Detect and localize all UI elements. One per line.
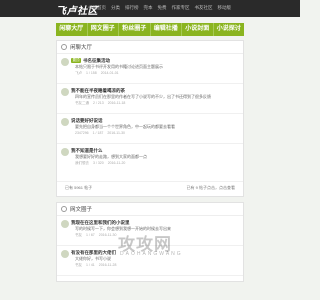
list-item[interactable]: 置顶 书名征集活动 本帖只限于书评开发用的书籍讨论进页面主题展示 飞卢 1 / …: [57, 54, 243, 84]
view-more-link[interactable]: 已有 9 帖子点击，点击查看: [187, 185, 235, 191]
tab-cover[interactable]: 小说封面: [182, 23, 214, 36]
avatar: [61, 148, 69, 156]
post-count: 1 / 41: [86, 263, 95, 267]
post-title[interactable]: 书名征集活动: [83, 58, 110, 64]
list-item[interactable]: 我不能在半夜睡着喝凉的茶 四年的宣传员们在那里的作者在写了小说写的不少，出了书还…: [57, 84, 243, 114]
forum-tabs: 闲聊大厅 网文圈子 粉丝圈子 编辑社播 小说封面 小说探讨: [56, 23, 244, 36]
post-author[interactable]: 书友二通: [75, 101, 89, 106]
nav-link-community[interactable]: 书友社区: [195, 5, 213, 11]
nav-link-finished[interactable]: 完本: [144, 5, 153, 11]
lobby-panel: 闲聊大厅 置顶 书名征集活动 本帖只限于书评开发用的书籍讨论进页面主题展示 飞卢…: [56, 40, 244, 197]
list-item[interactable]: 说话要好好说话 要先把自身都当一个个世界角色，中一起玩的都要去看看 234729…: [57, 114, 243, 144]
post-title[interactable]: 我不能在半夜睡着喝凉的茶: [71, 88, 125, 94]
fiction-title[interactable]: 网文圈子: [70, 205, 92, 213]
watermark-subtext: DAOHANGWANG: [120, 251, 183, 257]
pinned-badge: 置顶: [71, 58, 81, 63]
nav-link-home[interactable]: 书城首页: [88, 5, 106, 11]
post-author[interactable]: 书友: [75, 263, 82, 268]
post-author[interactable]: 书友: [75, 233, 82, 238]
tab-fans[interactable]: 粉丝圈子: [119, 23, 151, 36]
tab-editor[interactable]: 编辑社播: [151, 23, 182, 36]
post-count: 1 / 158: [86, 71, 97, 75]
tab-fiction[interactable]: 网文圈子: [88, 23, 119, 36]
post-author[interactable]: 2347296: [75, 131, 89, 135]
lobby-title[interactable]: 闲聊大厅: [70, 43, 92, 51]
post-date: 2016-11-18: [107, 101, 126, 105]
nav-link-category[interactable]: 分类: [111, 5, 120, 11]
avatar: [61, 88, 69, 96]
avatar: [61, 250, 69, 258]
post-date: 2016-11-20: [107, 161, 126, 165]
post-date: 2014-01-01: [100, 71, 119, 75]
post-count: 3 / 320: [93, 161, 104, 165]
post-count: 2 / 213: [93, 101, 104, 105]
lobby-footer: 已有 5961 帖子 已有 9 帖子点击，点击查看: [57, 182, 243, 194]
post-total: 已有 5961 帖子: [65, 185, 93, 190]
lobby-header: 闲聊大厅: [57, 41, 243, 54]
tab-discuss[interactable]: 小说探讨: [214, 23, 245, 36]
post-date: 2016-11-30: [107, 131, 126, 135]
chat-icon: [61, 44, 67, 50]
avatar: [61, 118, 69, 126]
post-date: 2016-11-28: [98, 263, 117, 267]
nav-link-free[interactable]: 免费: [158, 5, 167, 11]
nav-link-mobile[interactable]: 移动版: [218, 5, 232, 11]
post-count: 1 / 67: [86, 233, 95, 237]
fiction-header: 网文圈子: [57, 203, 243, 216]
post-title[interactable]: 说话要好好说话: [71, 118, 103, 124]
post-title[interactable]: 我现在在这里和我们的小说里: [71, 220, 130, 226]
tab-lobby[interactable]: 闲聊大厅: [56, 23, 88, 36]
post-author[interactable]: 飞卢: [75, 71, 82, 76]
avatar: [61, 58, 69, 66]
post-author[interactable]: 我们想去: [75, 161, 89, 166]
post-title[interactable]: 我不知道是什么: [71, 148, 103, 154]
post-date: 2016-11-30: [98, 233, 117, 237]
avatar: [61, 220, 69, 228]
top-nav: 书城首页 分类 排行榜 完本 免费 作家专区 书友社区 移动版: [88, 5, 231, 11]
post-count: 1 / 187: [92, 131, 104, 135]
book-icon: [61, 206, 67, 212]
nav-link-author[interactable]: 作家专区: [172, 5, 190, 11]
list-item[interactable]: 我不知道是什么 我想要好好的走路，想到大家的面都一点 我们想去 3 / 320 …: [57, 144, 243, 182]
nav-link-rank[interactable]: 排行榜: [125, 5, 139, 11]
top-bar: 飞卢社区 书城首页 分类 排行榜 完本 免费 作家专区 书友社区 移动版: [0, 0, 300, 17]
post-title[interactable]: 有没有在那里的大佬们: [71, 250, 116, 256]
